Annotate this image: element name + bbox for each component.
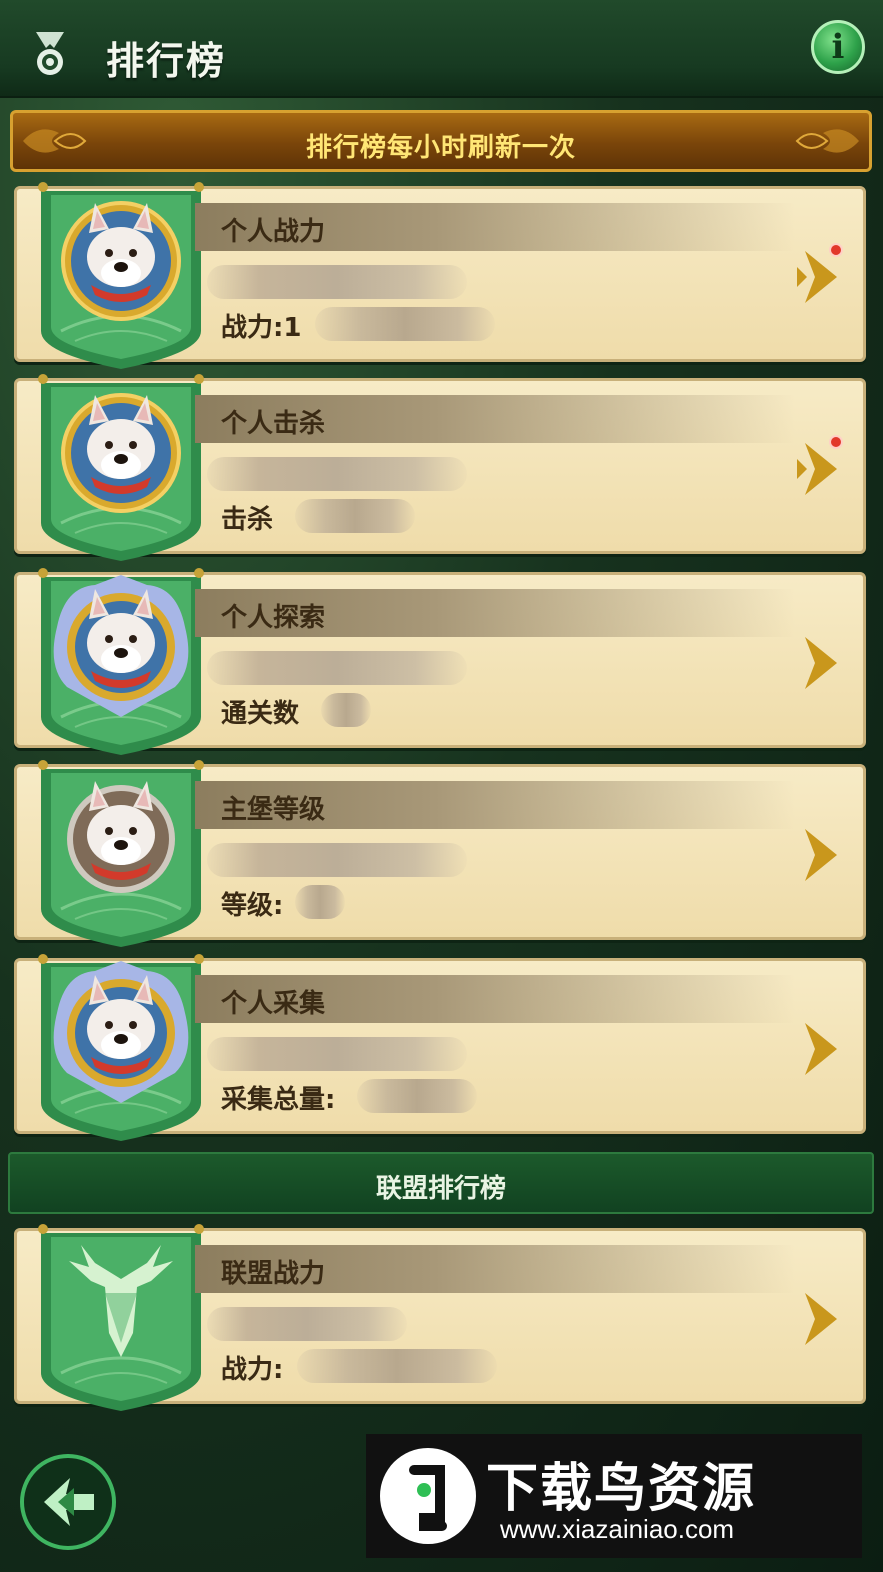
stat-value-blurred [295,885,345,919]
refresh-notice-text: 排行榜每小时刷新一次 [305,133,576,163]
stag-emblem-icon [36,1223,206,1413]
card-title: 主堡等级 [221,795,326,825]
ranking-card-personal-kills[interactable]: 个人击杀 击杀 [14,373,866,563]
refresh-notice-banner: 排行榜每小时刷新一次 [10,110,872,172]
stat-value-blurred [315,307,495,341]
alliance-ranking-header: 联盟排行榜 [8,1152,874,1214]
player-name-blurred [207,457,467,491]
stat-value-blurred [357,1079,477,1113]
stat-value-blurred [295,499,415,533]
player-name-blurred [207,843,467,877]
chevron-right-icon[interactable] [797,1017,841,1081]
avatar [36,953,206,1143]
player-name-blurred [207,651,467,685]
info-icon: i [831,27,845,67]
player-name-blurred [207,265,467,299]
ranking-card-personal-power[interactable]: 个人战力 战力:1 [14,181,866,371]
medal-icon [36,32,64,75]
card-title: 个人战力 [221,217,326,247]
player-name-blurred [207,1037,467,1071]
avatar [36,567,206,757]
alliance-ranking-label: 联盟排行榜 [375,1174,506,1204]
top-bar: 排行榜 i [0,0,883,98]
chevron-right-icon[interactable] [797,1287,841,1351]
back-arrow-icon[interactable] [18,1452,118,1552]
card-stat-label: 战力: [221,1355,284,1385]
card-stat-label: 击杀 [221,505,274,535]
avatar [36,373,206,563]
card-title: 个人探索 [221,603,326,633]
watermark: 下载鸟资源 www.xiazainiao.com [366,1434,862,1558]
watermark-url: www.xiazainiao.com [500,1514,735,1544]
ranking-card-personal-explore[interactable]: 个人探索 通关数 [14,567,866,757]
card-title: 个人击杀 [221,409,326,439]
card-stat-label: 通关数 [221,699,300,729]
chevron-right-icon[interactable] [797,631,841,695]
info-button[interactable]: i [811,20,865,74]
card-title: 联盟战力 [221,1259,326,1289]
notification-dot [829,243,843,257]
ranking-card-personal-gather[interactable]: 个人采集 采集总量: [14,953,866,1143]
notification-dot [829,435,843,449]
bird-logo-icon [380,1448,476,1544]
stat-value-blurred [321,693,371,727]
card-title: 个人采集 [221,989,326,1019]
page-title: 排行榜 [106,39,227,83]
chevron-right-icon[interactable] [797,823,841,887]
ornament-right-icon [795,129,859,153]
card-stat-label: 战力:1 [221,313,302,343]
card-stat-label: 采集总量: [221,1085,336,1115]
ranking-card-castle-level[interactable]: 主堡等级 等级: [14,759,866,949]
ranking-card-alliance-power[interactable]: 联盟战力 战力: [14,1223,866,1413]
watermark-title: 下载鸟资源 [486,1459,757,1519]
card-stat-label: 等级: [221,891,284,921]
avatar [36,759,206,949]
alliance-name-blurred [207,1307,407,1341]
stat-value-blurred [297,1349,497,1383]
avatar [36,181,206,371]
